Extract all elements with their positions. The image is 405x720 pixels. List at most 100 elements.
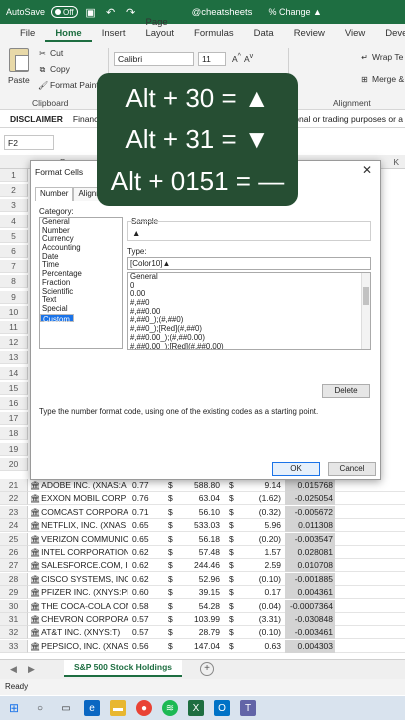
increase-font-icon[interactable]: A^ xyxy=(232,52,241,64)
beta-cell[interactable]: 0.76 xyxy=(132,492,160,505)
currency-symbol-cell[interactable]: $ xyxy=(229,613,237,626)
format-painter-button[interactable]: 🖌 Format Painter xyxy=(38,80,106,90)
row-header[interactable]: 13 xyxy=(0,351,28,365)
company-name-cell[interactable]: 🏛ADOBE INC. (XNAS:A xyxy=(30,479,128,492)
close-icon[interactable]: ✕ xyxy=(362,163,372,177)
price-cell[interactable]: 588.80 xyxy=(176,479,220,492)
row-header[interactable]: 14 xyxy=(0,366,28,380)
company-name-cell[interactable]: 🏛INTEL CORPORATION xyxy=(30,546,128,559)
save-icon[interactable]: ▣ xyxy=(84,5,98,19)
row-header[interactable]: 1 xyxy=(0,169,28,182)
row-header[interactable]: 30 xyxy=(0,599,28,613)
percent-change-cell[interactable]: -0.025054 xyxy=(285,492,335,506)
ok-button[interactable]: OK xyxy=(272,462,320,476)
beta-cell[interactable]: 0.65 xyxy=(132,533,160,546)
price-cell[interactable]: 52.96 xyxy=(176,573,220,586)
table-row[interactable]: 🏛PFIZER INC. (XNYS:PF 0.60 $39.15 $0.17 0.00… xyxy=(28,586,405,600)
spotify-icon[interactable]: ≋ xyxy=(162,700,178,716)
scroll-thumb[interactable] xyxy=(363,287,369,305)
row-header[interactable]: 33 xyxy=(0,639,28,653)
percent-change-cell[interactable]: -0.003461 xyxy=(285,626,335,640)
change-cell[interactable]: 1.57 xyxy=(240,546,281,559)
table-row[interactable]: 🏛AT&T INC. (XNYS:T) 0.57 $28.79 $ (0.10) -0.0… xyxy=(28,626,405,640)
name-box[interactable]: F2 xyxy=(4,134,54,150)
company-name-cell[interactable]: 🏛AT&T INC. (XNYS:T) xyxy=(30,626,128,639)
price-cell[interactable]: 63.04 xyxy=(176,492,220,505)
currency-symbol-cell[interactable]: $ xyxy=(168,586,176,599)
format-code-item[interactable]: General xyxy=(128,273,370,282)
table-row[interactable]: 🏛ADOBE INC. (XNAS:A 0.77 $588.80 $9.14 0.015… xyxy=(28,479,405,492)
percent-change-cell[interactable]: 0.010708 xyxy=(285,559,335,573)
table-row[interactable]: 🏛NETFLIX, INC. (XNAS 0.65 $533.03 $5.96 0.01… xyxy=(28,519,405,533)
company-name-cell[interactable]: 🏛VERIZON COMMUNIC xyxy=(30,533,128,546)
tab-review[interactable]: Review xyxy=(284,28,335,42)
cut-button[interactable]: ✂ Cut xyxy=(38,48,63,58)
format-list-scrollbar[interactable] xyxy=(361,273,370,349)
row-header[interactable]: 28 xyxy=(0,572,28,586)
row-header[interactable]: 31 xyxy=(0,613,28,626)
prev-sheet-icon[interactable]: ◀ xyxy=(10,664,17,675)
format-code-item[interactable]: #,##0 xyxy=(128,298,370,308)
copy-button[interactable]: ⧉ Copy xyxy=(38,64,70,74)
currency-symbol-cell[interactable]: $ xyxy=(168,573,176,586)
currency-symbol-cell[interactable]: $ xyxy=(229,492,237,505)
currency-symbol-cell[interactable]: $ xyxy=(168,533,176,546)
row-header[interactable]: 27 xyxy=(0,559,28,573)
change-cell[interactable]: 0.63 xyxy=(240,640,281,653)
currency-symbol-cell[interactable]: $ xyxy=(168,559,176,572)
paste-button[interactable]: Paste xyxy=(8,48,30,85)
tab-insert[interactable]: Insert xyxy=(92,28,136,42)
change-cell[interactable]: (0.32) xyxy=(240,506,281,519)
company-name-cell[interactable]: 🏛NETFLIX, INC. (XNAS xyxy=(30,519,128,532)
row-header[interactable]: 20 xyxy=(0,457,28,471)
percent-change-cell[interactable]: 0.004361 xyxy=(285,586,335,600)
wrap-text-button[interactable]: ↵ Wrap Te xyxy=(360,52,403,62)
file-explorer-icon[interactable]: ▬ xyxy=(110,700,126,716)
company-name-cell[interactable]: 🏛COMCAST CORPORAT xyxy=(30,506,128,519)
row-header[interactable]: 11 xyxy=(0,321,28,334)
row-header[interactable]: 6 xyxy=(0,245,28,258)
percent-change-cell[interactable]: -0.005672 xyxy=(285,505,335,519)
add-sheet-icon[interactable]: + xyxy=(200,662,214,676)
tab-data[interactable]: Data xyxy=(244,28,284,42)
beta-cell[interactable]: 0.60 xyxy=(132,586,160,599)
table-row[interactable]: 🏛CISCO SYSTEMS, INC. 0.62 $52.96 $ (0.10) -0.… xyxy=(28,572,405,586)
chrome-icon[interactable]: ● xyxy=(136,700,152,716)
currency-symbol-cell[interactable]: $ xyxy=(168,546,176,559)
currency-symbol-cell[interactable]: $ xyxy=(229,546,237,559)
company-name-cell[interactable]: 🏛PEPSICO, INC. (XNAS: xyxy=(30,640,128,653)
row-header[interactable]: 5 xyxy=(0,229,28,243)
change-cell[interactable]: 9.14 xyxy=(240,479,281,492)
price-cell[interactable]: 54.28 xyxy=(176,600,220,613)
company-name-cell[interactable]: 🏛THE COCA-COLA CON xyxy=(30,600,128,613)
row-header[interactable]: 29 xyxy=(0,586,28,600)
percent-change-cell[interactable]: -0.030848 xyxy=(285,613,335,626)
undo-icon[interactable]: ↶ xyxy=(104,5,118,19)
row-header[interactable]: 23 xyxy=(0,505,28,519)
change-cell[interactable]: (0.10) xyxy=(240,626,281,639)
beta-cell[interactable]: 0.62 xyxy=(132,546,160,559)
price-cell[interactable]: 103.99 xyxy=(176,613,220,626)
beta-cell[interactable]: 0.62 xyxy=(132,573,160,586)
beta-cell[interactable]: 0.77 xyxy=(132,479,160,492)
sheet-tab-sp500[interactable]: S&P 500 Stock Holdings xyxy=(64,660,182,677)
currency-symbol-cell[interactable]: $ xyxy=(168,492,176,505)
cancel-button[interactable]: Cancel xyxy=(328,462,376,476)
currency-symbol-cell[interactable]: $ xyxy=(168,626,176,639)
row-header[interactable]: 25 xyxy=(0,532,28,546)
currency-symbol-cell[interactable]: $ xyxy=(229,533,237,546)
type-input[interactable]: [Color10]▲ xyxy=(127,257,371,270)
row-header[interactable]: 9 xyxy=(0,290,28,304)
currency-symbol-cell[interactable]: $ xyxy=(168,479,176,492)
format-code-item[interactable]: 0 xyxy=(128,281,370,291)
format-code-item[interactable]: #,##0.00_);[Red](#,##0.00) xyxy=(128,342,370,349)
row-header[interactable]: 8 xyxy=(0,275,28,289)
tab-developer[interactable]: Develope xyxy=(375,28,405,42)
currency-symbol-cell[interactable]: $ xyxy=(229,506,237,519)
beta-cell[interactable]: 0.56 xyxy=(132,640,160,653)
change-cell[interactable]: (0.10) xyxy=(240,573,281,586)
row-header[interactable]: 32 xyxy=(0,626,28,640)
outlook-icon[interactable]: O xyxy=(214,700,230,716)
change-cell[interactable]: 0.17 xyxy=(240,586,281,599)
company-name-cell[interactable]: 🏛PFIZER INC. (XNYS:PF xyxy=(30,586,128,599)
